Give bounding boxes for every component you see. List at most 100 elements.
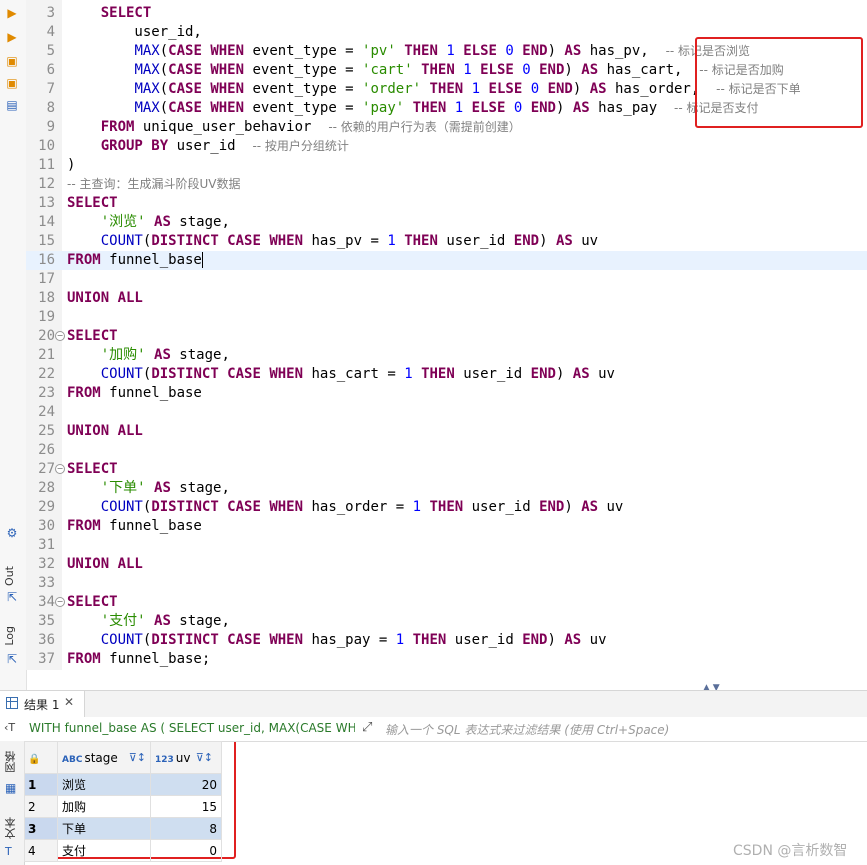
code-line[interactable]: 34− SELECT bbox=[26, 593, 867, 612]
table-row[interactable]: 3 下单 8 bbox=[24, 817, 222, 840]
code-line[interactable]: 13 SELECT bbox=[26, 194, 867, 213]
line-number: 28 bbox=[38, 480, 55, 496]
code-line[interactable]: 35 '支付' AS stage, bbox=[26, 612, 867, 631]
code-line[interactable]: 28 '下单' AS stage, bbox=[26, 479, 867, 498]
table-row[interactable]: 4 支付 0 bbox=[24, 839, 222, 862]
output-tab[interactable]: Out bbox=[3, 566, 16, 586]
line-number: 37 bbox=[38, 651, 55, 667]
cell-stage[interactable]: 支付 bbox=[57, 839, 151, 862]
cell-uv[interactable]: 0 bbox=[150, 839, 222, 862]
code-line[interactable]: 20− SELECT bbox=[26, 327, 867, 346]
line-number: 9 bbox=[46, 119, 55, 135]
settings-gear-icon[interactable]: ⚙ bbox=[5, 526, 19, 540]
code-line[interactable]: 18 UNION ALL bbox=[26, 289, 867, 308]
code-line[interactable]: 16 FROM funnel_base bbox=[26, 251, 867, 270]
line-number: 29 bbox=[38, 499, 55, 515]
line-number: 6 bbox=[46, 62, 55, 78]
line-number: 13 bbox=[38, 195, 55, 211]
row-number[interactable]: 2 bbox=[24, 795, 58, 818]
line-number: 20 bbox=[38, 328, 55, 344]
code-line[interactable]: 24 bbox=[26, 403, 867, 422]
code-line[interactable]: 15 COUNT(DISTINCT CASE WHEN has_pv = 1 T… bbox=[26, 232, 867, 251]
line-number: 4 bbox=[46, 24, 55, 40]
cell-uv[interactable]: 20 bbox=[150, 773, 222, 796]
code-text: COUNT(DISTINCT CASE WHEN has_pay = 1 THE… bbox=[100, 632, 607, 648]
column-name: stage bbox=[84, 750, 118, 765]
close-icon[interactable]: ✕ bbox=[64, 695, 74, 709]
result-view-tabs: 网格 ▦ 文本 T bbox=[0, 741, 25, 865]
code-line[interactable]: 29 COUNT(DISTINCT CASE WHEN has_order = … bbox=[26, 498, 867, 517]
code-line[interactable]: 11) bbox=[26, 156, 867, 175]
row-number[interactable]: 4 bbox=[24, 839, 58, 862]
code-line[interactable]: 36 COUNT(DISTINCT CASE WHEN has_pay = 1 … bbox=[26, 631, 867, 650]
source-query-text[interactable]: WITH funnel_base AS ( SELECT user_id, MA… bbox=[29, 721, 355, 735]
code-line[interactable]: 33 bbox=[26, 574, 867, 593]
tab-text[interactable]: 文本 bbox=[3, 817, 19, 839]
tab-grid[interactable]: 网格 bbox=[3, 751, 19, 773]
code-line[interactable]: 21 '加购' AS stage, bbox=[26, 346, 867, 365]
line-number: 25 bbox=[38, 423, 55, 439]
code-line[interactable]: 12 -- 主查询：生成漏斗阶段UV数据 bbox=[26, 175, 867, 194]
row-number[interactable]: 3 bbox=[24, 817, 58, 840]
code-line[interactable]: 32 UNION ALL bbox=[26, 555, 867, 574]
code-line[interactable]: 31 bbox=[26, 536, 867, 555]
code-line[interactable]: 30 FROM funnel_base bbox=[26, 517, 867, 536]
code-line[interactable]: 17 bbox=[26, 270, 867, 289]
tab-result-1[interactable]: 结果 1 ✕ bbox=[0, 691, 85, 717]
code-text: '支付' AS stage, bbox=[100, 613, 230, 629]
fold-toggle-icon[interactable]: − bbox=[55, 331, 65, 341]
code-text: SELECT bbox=[67, 594, 118, 610]
code-text: user_id, bbox=[67, 24, 202, 40]
line-number: 36 bbox=[38, 632, 55, 648]
watermark: CSDN @言析数智 bbox=[733, 843, 848, 859]
filter-input[interactable]: 输入一个 SQL 表达式来过滤结果 (使用 Ctrl+Space) bbox=[385, 721, 669, 738]
column-header-stage[interactable]: ABC stage ⊽↕ bbox=[57, 741, 151, 774]
explain-plan-icon[interactable]: ▣ bbox=[5, 76, 19, 90]
line-number: 15 bbox=[38, 233, 55, 249]
line-number: 16 bbox=[38, 252, 55, 268]
expand-icon[interactable]: ⤢ bbox=[362, 720, 372, 735]
code-line[interactable]: 22 COUNT(DISTINCT CASE WHEN has_cart = 1… bbox=[26, 365, 867, 384]
grid-corner[interactable]: 🔒 bbox=[24, 741, 58, 774]
number-type-icon: 123 bbox=[155, 754, 174, 765]
grid-table-icon bbox=[6, 697, 18, 709]
result-grid[interactable]: 🔒 ABC stage ⊽↕ 123 uv ⊽↕ 1 浏览 20 2 加购 15 3 下单 8 4 支付… bbox=[24, 741, 222, 862]
code-line[interactable]: 23 FROM funnel_base bbox=[26, 384, 867, 403]
line-number: 8 bbox=[46, 100, 55, 116]
log-tab[interactable]: Log bbox=[3, 626, 16, 646]
line-number: 19 bbox=[38, 309, 55, 325]
filter-sort-icon[interactable]: ⊽↕ bbox=[129, 751, 146, 764]
code-line[interactable]: 10 GROUP BY user_id -- 按用户分组统计 bbox=[26, 137, 867, 156]
code-text: ) bbox=[67, 157, 76, 173]
code-line[interactable]: 25 UNION ALL bbox=[26, 422, 867, 441]
cell-stage[interactable]: 下单 bbox=[57, 817, 151, 840]
code-line[interactable]: 14 '浏览' AS stage, bbox=[26, 213, 867, 232]
code-text: UNION ALL bbox=[67, 423, 143, 439]
run-statement-icon[interactable]: ▶ bbox=[5, 6, 19, 20]
line-number: 27 bbox=[38, 461, 55, 477]
code-line[interactable]: 37 FROM funnel_base; bbox=[26, 650, 867, 669]
sql-source-icon[interactable]: ‹T bbox=[4, 721, 15, 734]
text-type-icon: ABC bbox=[62, 754, 83, 765]
code-text: FROM unique_user_behavior -- 依赖的用户行为表（需提… bbox=[100, 119, 521, 135]
run-script-icon[interactable]: ▶ bbox=[5, 30, 19, 44]
fold-toggle-icon[interactable]: − bbox=[55, 597, 65, 607]
table-row[interactable]: 1 浏览 20 bbox=[24, 773, 222, 796]
cell-stage[interactable]: 加购 bbox=[57, 795, 151, 818]
row-number[interactable]: 1 bbox=[24, 773, 58, 796]
code-line[interactable]: 3 SELECT bbox=[26, 4, 867, 23]
table-row[interactable]: 2 加购 15 bbox=[24, 795, 222, 818]
column-header-uv[interactable]: 123 uv ⊽↕ bbox=[150, 741, 222, 774]
run-new-tab-icon[interactable]: ▣ bbox=[5, 54, 19, 68]
code-line[interactable]: 19 bbox=[26, 308, 867, 327]
filter-sort-icon[interactable]: ⊽↕ bbox=[196, 751, 213, 764]
code-line[interactable]: 27− SELECT bbox=[26, 460, 867, 479]
line-number: 14 bbox=[38, 214, 55, 230]
cell-stage[interactable]: 浏览 bbox=[57, 773, 151, 796]
log-icon: ⇱ bbox=[6, 652, 18, 666]
code-line[interactable]: 26 bbox=[26, 441, 867, 460]
cell-uv[interactable]: 15 bbox=[150, 795, 222, 818]
fold-toggle-icon[interactable]: − bbox=[55, 464, 65, 474]
cell-uv[interactable]: 8 bbox=[150, 817, 222, 840]
export-icon[interactable]: ▤ bbox=[5, 98, 19, 112]
